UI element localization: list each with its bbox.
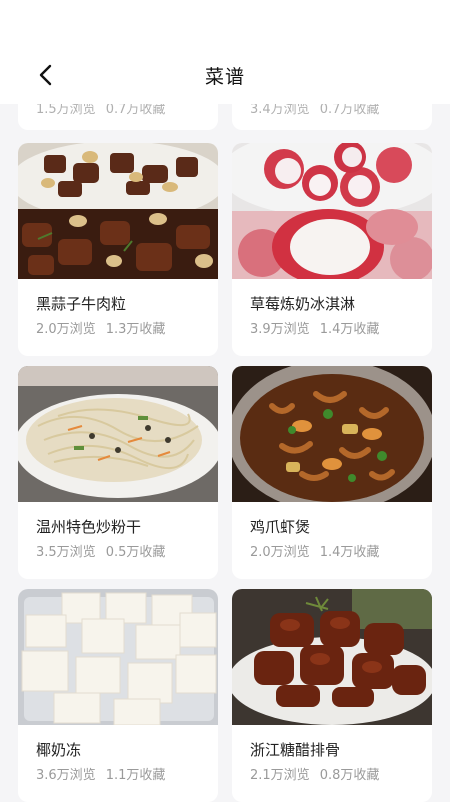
app-header: 菜谱 <box>0 0 450 104</box>
recipe-photo <box>18 366 218 502</box>
views-count: 1.5万浏览 <box>36 102 96 117</box>
favorites-count: 1.4万收藏 <box>319 545 380 560</box>
recipe-grid: 1.5万浏览 0.7万收藏 3.4万浏览 0.7万收藏 黑蒜子牛肉粒 2.0万浏… <box>0 0 450 802</box>
recipe-stats: 2.0万浏览 1.3万收藏 <box>36 318 165 337</box>
favorites-count: 0.7万收藏 <box>319 102 380 117</box>
recipe-name: 浙江糖醋排骨 <box>250 741 341 759</box>
recipe-photo <box>232 366 432 502</box>
recipe-stats: 2.0万浏览 1.4万收藏 <box>250 541 379 560</box>
recipe-name: 温州特色炒粉干 <box>36 518 142 536</box>
recipe-card[interactable]: 椰奶冻 3.6万浏览 1.1万收藏 <box>18 589 218 802</box>
favorites-count: 1.4万收藏 <box>319 322 380 337</box>
recipe-stats: 3.9万浏览 1.4万收藏 <box>250 318 379 337</box>
favorites-count: 0.8万收藏 <box>319 768 380 783</box>
recipe-name: 椰奶冻 <box>36 741 82 759</box>
favorites-count: 1.1万收藏 <box>105 768 166 783</box>
recipe-stats: 2.1万浏览 0.8万收藏 <box>250 764 379 783</box>
views-count: 2.0万浏览 <box>36 322 96 337</box>
page-title: 菜谱 <box>204 66 245 88</box>
views-count: 3.4万浏览 <box>250 102 310 117</box>
favorites-count: 0.5万收藏 <box>105 545 166 560</box>
recipe-photo <box>232 143 432 279</box>
views-count: 2.1万浏览 <box>250 768 310 783</box>
views-count: 2.0万浏览 <box>250 545 310 560</box>
recipe-name: 黑蒜子牛肉粒 <box>36 295 127 313</box>
recipe-name: 草莓炼奶冰淇淋 <box>250 295 356 313</box>
favorites-count: 0.7万收藏 <box>105 102 166 117</box>
recipe-stats: 3.6万浏览 1.1万收藏 <box>36 764 165 783</box>
views-count: 3.5万浏览 <box>36 545 96 560</box>
recipe-card[interactable]: 草莓炼奶冰淇淋 3.9万浏览 1.4万收藏 <box>232 143 432 356</box>
recipe-photo <box>232 589 432 725</box>
recipe-photo <box>18 589 218 725</box>
recipe-stats: 3.5万浏览 0.5万收藏 <box>36 541 165 560</box>
views-count: 3.6万浏览 <box>36 768 96 783</box>
recipe-card[interactable]: 温州特色炒粉干 3.5万浏览 0.5万收藏 <box>18 366 218 579</box>
recipe-card[interactable]: 黑蒜子牛肉粒 2.0万浏览 1.3万收藏 <box>18 143 218 356</box>
views-count: 3.9万浏览 <box>250 322 310 337</box>
recipe-name: 鸡爪虾煲 <box>250 518 311 536</box>
recipe-card[interactable]: 鸡爪虾煲 2.0万浏览 1.4万收藏 <box>232 366 432 579</box>
recipe-photo <box>18 143 218 279</box>
favorites-count: 1.3万收藏 <box>105 322 166 337</box>
recipe-card[interactable]: 浙江糖醋排骨 2.1万浏览 0.8万收藏 <box>232 589 432 802</box>
